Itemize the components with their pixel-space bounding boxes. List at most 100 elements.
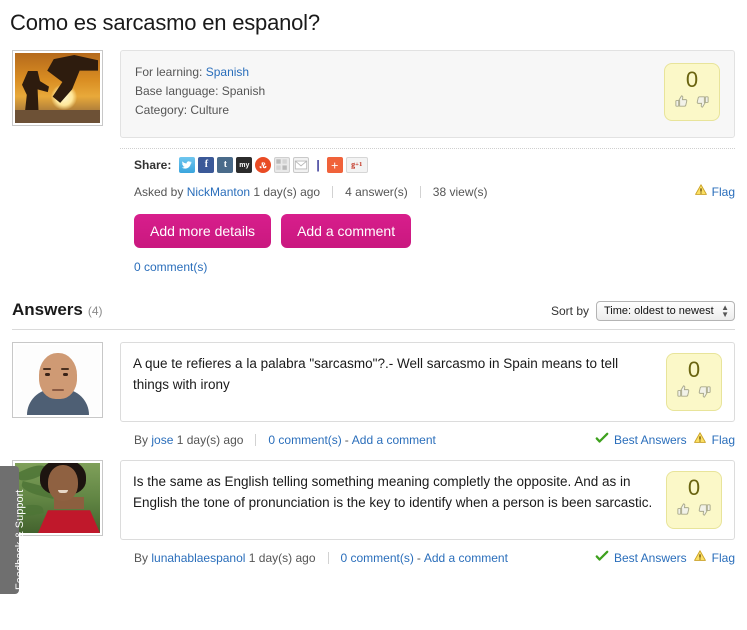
answer-footer: By jose 1 day(s) ago 0 comment(s) - Add … — [120, 431, 735, 448]
answer-text: A que te refieres a la palabra "sarcasmo… — [133, 356, 619, 392]
question-vote-box: 0 — [664, 63, 720, 121]
answer-text: Is the same as English telling something… — [133, 474, 653, 510]
question-panel: For learning: Spanish Base language: Spa… — [120, 50, 735, 138]
smile-shape — [58, 490, 68, 493]
question-author-link[interactable]: NickManton — [187, 185, 250, 199]
best-answers-link[interactable]: Best Answers — [595, 549, 687, 566]
footer-dash: - — [416, 550, 421, 565]
feedback-support-tab[interactable]: Feedback & Support — [0, 466, 26, 594]
warning-icon — [694, 183, 708, 200]
facebook-share-icon[interactable]: f — [198, 157, 215, 173]
best-answers-label: Best Answers — [613, 432, 687, 447]
question-asked-row: Asked by NickManton 1 day(s) ago 4 answe… — [120, 183, 735, 200]
vote-count: 0 — [685, 67, 699, 92]
category-row: Category: Culture — [135, 101, 664, 120]
vote-thumbs — [667, 502, 721, 517]
answer-add-comment-link[interactable]: Add a comment — [424, 551, 508, 565]
meta-divider — [255, 433, 257, 446]
twitter-share-icon[interactable] — [179, 157, 196, 173]
answer-add-comment-link[interactable]: Add a comment — [352, 433, 436, 447]
head-shape — [38, 353, 77, 399]
base-language-value: Spanish — [221, 84, 266, 98]
answer-comments-link[interactable]: 0 comment(s) — [268, 433, 341, 447]
google-plus-one-icon[interactable]: g +1 — [345, 157, 368, 173]
answer-avatar-col — [12, 460, 120, 536]
add-more-details-button[interactable]: Add more details — [134, 214, 272, 248]
category-label: Category: — [135, 103, 188, 117]
answer-author-link[interactable]: lunahablaespanol — [151, 551, 245, 565]
asked-by-label: Asked by — [134, 184, 184, 199]
thumbs-up-icon[interactable] — [674, 94, 689, 109]
answer-footer: By lunahablaespanol 1 day(s) ago 0 comme… — [120, 549, 735, 566]
question-page: Como es sarcasmo en espanol? For learnin… — [0, 0, 747, 630]
mouth-shape — [51, 389, 64, 391]
face-shape — [48, 465, 78, 501]
sunset-silhouette-photo — [15, 53, 100, 123]
best-answers-link[interactable]: Best Answers — [595, 431, 687, 448]
category-value: Culture — [190, 103, 230, 117]
thumbs-down-icon[interactable] — [697, 502, 712, 517]
answer-flag-label: Flag — [711, 432, 735, 447]
for-learning-value[interactable]: Spanish — [206, 65, 249, 79]
brow-shape — [43, 368, 51, 370]
brow-shape — [61, 368, 69, 370]
answers-title: Answers — [12, 300, 83, 319]
addthis-share-icon[interactable]: + — [326, 157, 343, 173]
for-learning-row: For learning: Spanish — [135, 63, 664, 82]
digg-share-icon[interactable] — [274, 157, 291, 173]
question-flag-link[interactable]: Flag — [694, 183, 735, 200]
vote-thumbs — [667, 384, 721, 399]
footer-dash: - — [344, 432, 349, 447]
share-row: Share: f t my | + g +1 — [120, 149, 735, 173]
question-time-ago: 1 day(s) ago — [253, 184, 321, 199]
vote-thumbs — [665, 94, 719, 109]
question-comments-link[interactable]: 0 comment(s) — [134, 260, 207, 274]
base-language-row: Base language: Spanish — [135, 82, 664, 101]
sort-select[interactable]: Time: oldest to newest — [596, 301, 735, 321]
warning-icon — [693, 549, 707, 566]
question-views-count: 38 view(s) — [432, 184, 488, 199]
answer-flag-label: Flag — [711, 550, 735, 565]
thumbs-up-icon[interactable] — [676, 384, 691, 399]
answer-footer-right: Best Answers Flag — [595, 431, 735, 448]
warning-icon — [693, 431, 707, 448]
answer-avatar-col — [12, 342, 120, 418]
bald-man-portrait — [15, 345, 100, 415]
stumbleupon-share-icon[interactable] — [255, 157, 272, 173]
by-label: By — [134, 550, 149, 565]
thumbs-up-icon[interactable] — [676, 502, 691, 517]
thumbs-down-icon[interactable] — [695, 94, 710, 109]
add-a-comment-button[interactable]: Add a comment — [281, 214, 412, 248]
sort-select-holder: Time: oldest to newest ▲ ▼ — [596, 301, 735, 321]
vote-count: 0 — [687, 475, 701, 500]
myspace-share-icon[interactable]: my — [236, 157, 253, 173]
thumbs-down-icon[interactable] — [697, 384, 712, 399]
check-icon — [595, 431, 609, 448]
answer-panel: A que te refieres a la palabra "sarcasmo… — [120, 342, 735, 422]
answer-row: A que te refieres a la palabra "sarcasmo… — [0, 330, 747, 422]
answer-flag-link[interactable]: Flag — [693, 549, 735, 566]
answer-author-link[interactable]: jose — [151, 433, 173, 447]
question-comments-line: 0 comment(s) — [120, 260, 735, 274]
answer-flag-link[interactable]: Flag — [693, 431, 735, 448]
meta-divider — [332, 185, 334, 198]
avatar[interactable] — [12, 342, 103, 418]
feedback-support-label: Feedback & Support — [14, 489, 26, 590]
avatar[interactable] — [12, 50, 103, 126]
question-actions: Add more details Add a comment — [120, 214, 735, 248]
tumblr-share-icon[interactable]: t — [217, 157, 234, 173]
share-label: Share: — [134, 158, 172, 172]
base-language-label: Base language: — [135, 84, 219, 98]
for-learning-label: For learning: — [135, 65, 203, 79]
answer-comments-link[interactable]: 0 comment(s) — [341, 551, 414, 565]
woman-red-dress-portrait — [15, 463, 100, 533]
meta-divider — [327, 551, 329, 564]
answer-panel: Is the same as English telling something… — [120, 460, 735, 540]
question-meta: For learning: Spanish Base language: Spa… — [135, 63, 664, 127]
question-block: For learning: Spanish Base language: Spa… — [0, 50, 747, 138]
answer-vote-box: 0 — [666, 471, 722, 529]
answer-vote-box: 0 — [666, 353, 722, 411]
question-flag-label: Flag — [711, 184, 735, 199]
email-share-icon[interactable] — [293, 157, 310, 173]
answer-time-ago: 1 day(s) ago — [176, 432, 244, 447]
